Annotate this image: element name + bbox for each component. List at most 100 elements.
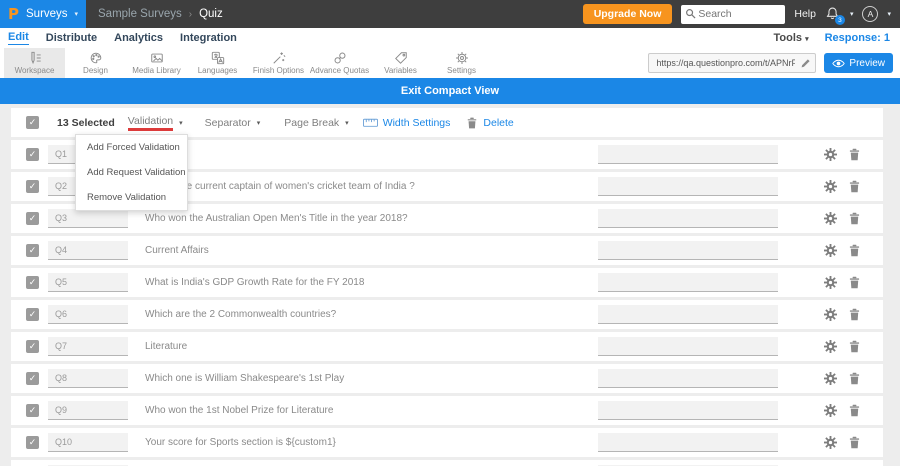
toolbar-tab-languages[interactable]: Languages: [187, 48, 248, 78]
answer-input[interactable]: [598, 273, 778, 292]
toolbar-tab-design[interactable]: Design: [65, 48, 126, 78]
upgrade-now-button[interactable]: Upgrade Now: [582, 4, 673, 24]
row-delete-trash-icon[interactable]: [848, 148, 861, 161]
row-checkbox[interactable]: ✓: [26, 180, 39, 193]
question-text: Your score for Sports section is ${custo…: [145, 437, 336, 448]
ruler-icon: [362, 118, 378, 127]
row-settings-gear-icon[interactable]: [824, 244, 837, 257]
search-box: [681, 4, 786, 24]
row-settings-gear-icon[interactable]: [824, 308, 837, 321]
question-code-input[interactable]: [48, 433, 128, 452]
question-code-input[interactable]: [48, 369, 128, 388]
menu-item-add-request-validation[interactable]: Add Request Validation: [76, 160, 187, 185]
menu-item-remove-validation[interactable]: Remove Validation: [76, 185, 187, 210]
surveys-product-menu[interactable]: P Surveys ▾: [0, 0, 86, 28]
row-checkbox[interactable]: ✓: [26, 436, 39, 449]
row-checkbox[interactable]: ✓: [26, 212, 39, 225]
edit-toolbar: Workspace Design Media Library Languages…: [0, 48, 900, 78]
tab-edit[interactable]: Edit: [8, 31, 29, 45]
answer-input[interactable]: [598, 433, 778, 452]
toolbar-tab-variables[interactable]: Variables: [370, 48, 431, 78]
select-all-checkbox[interactable]: ✓: [26, 116, 39, 129]
toolbar-tab-workspace[interactable]: Workspace: [4, 48, 65, 78]
chevron-down-icon: ▾: [256, 119, 261, 127]
row-delete-trash-icon[interactable]: [848, 436, 861, 449]
response-count-link[interactable]: Response: 1: [825, 32, 890, 44]
help-link[interactable]: Help: [794, 8, 816, 20]
question-code-input[interactable]: [48, 241, 128, 260]
answer-input[interactable]: [598, 209, 778, 228]
question-text: Sports: [145, 149, 598, 160]
validation-dropdown[interactable]: Validation ▾: [127, 115, 183, 131]
row-delete-trash-icon[interactable]: [848, 180, 861, 193]
tab-distribute[interactable]: Distribute: [46, 32, 97, 44]
edit-pencil-icon[interactable]: [800, 58, 811, 69]
tab-analytics[interactable]: Analytics: [114, 32, 163, 44]
width-settings-button[interactable]: Width Settings: [362, 117, 450, 129]
survey-url-input[interactable]: [648, 53, 817, 73]
question-text: Which one is William Shakespeare's 1st P…: [145, 373, 345, 384]
answer-input[interactable]: [598, 305, 778, 324]
delete-button[interactable]: Delete: [466, 117, 514, 129]
row-checkbox[interactable]: ✓: [26, 404, 39, 417]
toolbar-tab-finish-options[interactable]: Finish Options: [248, 48, 309, 78]
question-row: ✓ Which are the 2 Commonwealth countries…: [11, 300, 883, 329]
question-text: Who is the current captain of women's cr…: [145, 181, 415, 192]
answer-input[interactable]: [598, 337, 778, 356]
preview-button[interactable]: Preview: [824, 53, 893, 73]
question-code-input[interactable]: [48, 401, 128, 420]
row-settings-gear-icon[interactable]: [824, 436, 837, 449]
question-code-input[interactable]: [48, 305, 128, 324]
row-settings-gear-icon[interactable]: [824, 276, 837, 289]
row-settings-gear-icon[interactable]: [824, 404, 837, 417]
toolbar-tab-settings[interactable]: Settings: [431, 48, 492, 78]
toolbar-tab-media-library[interactable]: Media Library: [126, 48, 187, 78]
avatar[interactable]: A: [862, 6, 879, 22]
page-break-dropdown[interactable]: Page Break ▾: [284, 117, 348, 129]
answer-input[interactable]: [598, 177, 778, 196]
question-code-input[interactable]: [48, 209, 128, 228]
row-delete-trash-icon[interactable]: [848, 372, 861, 385]
breadcrumb-parent[interactable]: Sample Surveys: [98, 8, 182, 20]
product-menu-label: Surveys: [26, 8, 68, 20]
eye-icon: [832, 59, 846, 67]
notifications-chevron-icon[interactable]: ▾: [850, 10, 854, 18]
answer-input[interactable]: [598, 401, 778, 420]
row-delete-trash-icon[interactable]: [848, 276, 861, 289]
separator-dropdown[interactable]: Separator ▾: [205, 117, 261, 129]
answer-input[interactable]: [598, 369, 778, 388]
tag-icon: [394, 52, 407, 64]
row-delete-trash-icon[interactable]: [848, 340, 861, 353]
tools-menu[interactable]: Tools ▾: [773, 32, 808, 44]
exit-compact-view-button[interactable]: Exit Compact View: [401, 85, 499, 97]
question-text: Current Affairs: [145, 245, 209, 256]
row-settings-gear-icon[interactable]: [824, 148, 837, 161]
question-row: ✓ Current Affairs: [11, 236, 883, 265]
row-delete-trash-icon[interactable]: [848, 244, 861, 257]
row-delete-trash-icon[interactable]: [848, 308, 861, 321]
notifications-bell-icon[interactable]: 3: [825, 6, 845, 25]
row-settings-gear-icon[interactable]: [824, 340, 837, 353]
row-checkbox[interactable]: ✓: [26, 244, 39, 257]
question-code-input[interactable]: [48, 273, 128, 292]
tab-integration[interactable]: Integration: [180, 32, 237, 44]
search-input[interactable]: [681, 4, 786, 24]
row-checkbox[interactable]: ✓: [26, 148, 39, 161]
row-checkbox[interactable]: ✓: [26, 308, 39, 321]
row-checkbox[interactable]: ✓: [26, 372, 39, 385]
question-text: Who won the Australian Open Men's Title …: [145, 213, 408, 224]
row-delete-trash-icon[interactable]: [848, 404, 861, 417]
question-code-input[interactable]: [48, 337, 128, 356]
row-settings-gear-icon[interactable]: [824, 372, 837, 385]
row-settings-gear-icon[interactable]: [824, 212, 837, 225]
row-checkbox[interactable]: ✓: [26, 340, 39, 353]
breadcrumb-separator-icon: ›: [188, 8, 193, 20]
account-chevron-icon[interactable]: ▾: [887, 10, 891, 18]
row-delete-trash-icon[interactable]: [848, 212, 861, 225]
menu-item-add-forced-validation[interactable]: Add Forced Validation: [76, 135, 187, 160]
answer-input[interactable]: [598, 241, 778, 260]
answer-input[interactable]: [598, 145, 778, 164]
row-checkbox[interactable]: ✓: [26, 276, 39, 289]
row-settings-gear-icon[interactable]: [824, 180, 837, 193]
toolbar-tab-advance-quotas[interactable]: Advance Quotas: [309, 48, 370, 78]
